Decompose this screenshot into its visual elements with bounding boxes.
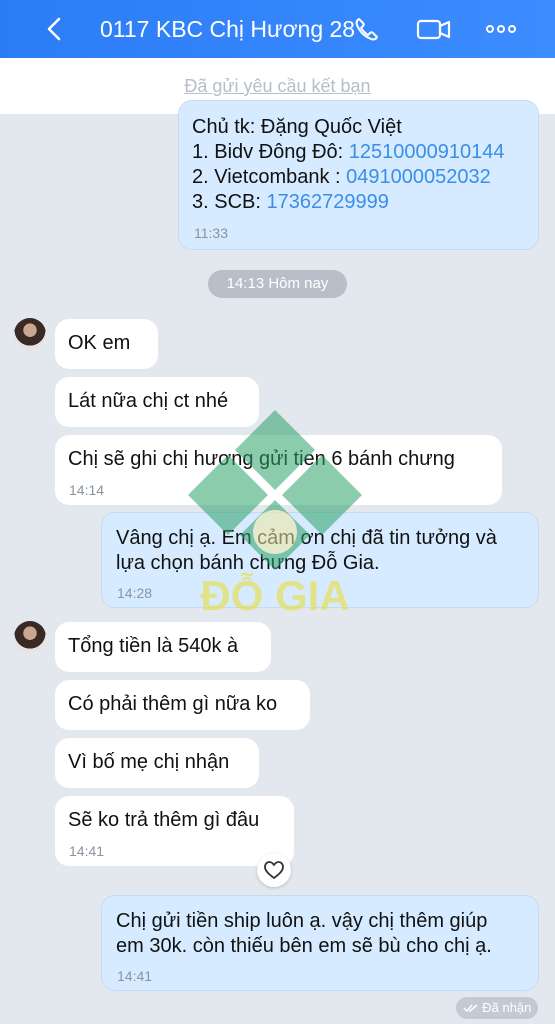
- friend-request-link[interactable]: Đã gửi yêu cầu kết bạn: [184, 76, 370, 97]
- incoming-message[interactable]: OK em: [55, 319, 158, 369]
- more-icon[interactable]: [484, 14, 518, 44]
- incoming-message[interactable]: Tổng tiền là 540k à: [55, 622, 271, 672]
- message-time: 14:28: [117, 585, 153, 601]
- video-icon[interactable]: [416, 14, 452, 44]
- avatar[interactable]: [14, 318, 46, 350]
- date-separator: 14:13 Hôm nay: [208, 270, 347, 298]
- outgoing-message[interactable]: Vâng chị ạ. Em cảm ơn chị đã tin tưởng v…: [101, 512, 539, 608]
- account-number-link[interactable]: 12510000910144: [349, 141, 505, 163]
- incoming-message[interactable]: Chị sẽ ghi chị hương gửi tien 6 bánh chư…: [55, 435, 502, 505]
- account-number-link[interactable]: 17362729999: [266, 191, 388, 213]
- message-time: 14:41: [69, 843, 105, 859]
- message-time: 14:41: [117, 968, 153, 984]
- incoming-message[interactable]: Lát nữa chị ct nhé: [55, 377, 259, 427]
- incoming-message[interactable]: Có phải thêm gì nữa ko: [55, 680, 310, 730]
- heart-reaction-button[interactable]: [257, 853, 291, 887]
- received-status-badge: Đã nhận: [456, 997, 538, 1019]
- double-check-icon: [463, 1004, 478, 1013]
- heart-icon: [264, 861, 284, 879]
- bank-info-message[interactable]: Chủ tk: Đặng Quốc Việt 1. Bidv Đông Đô: …: [178, 100, 539, 250]
- outgoing-message[interactable]: Chị gửi tiền ship luôn ạ. vậy chị thêm g…: [101, 895, 539, 991]
- account-number-link[interactable]: 0491000052032: [346, 166, 491, 188]
- chat-header: 0117 KBC Chị Hương 28: [0, 0, 555, 58]
- bank-account-line: 2. Vietcombank : 0491000052032: [192, 166, 491, 188]
- avatar[interactable]: [14, 621, 46, 653]
- account-holder-line: Chủ tk: Đặng Quốc Việt: [192, 116, 402, 138]
- message-time: 11:33: [194, 225, 228, 241]
- incoming-message[interactable]: Vì bố mẹ chị nhận: [55, 738, 259, 788]
- bank-account-line: 1. Bidv Đông Đô: 12510000910144: [192, 141, 505, 163]
- chat-title[interactable]: 0117 KBC Chị Hương 28: [100, 14, 355, 44]
- message-time: 14:14: [69, 482, 105, 498]
- phone-icon[interactable]: [352, 14, 382, 44]
- bank-account-line: 3. SCB: 17362729999: [192, 191, 389, 213]
- back-icon[interactable]: [40, 14, 70, 44]
